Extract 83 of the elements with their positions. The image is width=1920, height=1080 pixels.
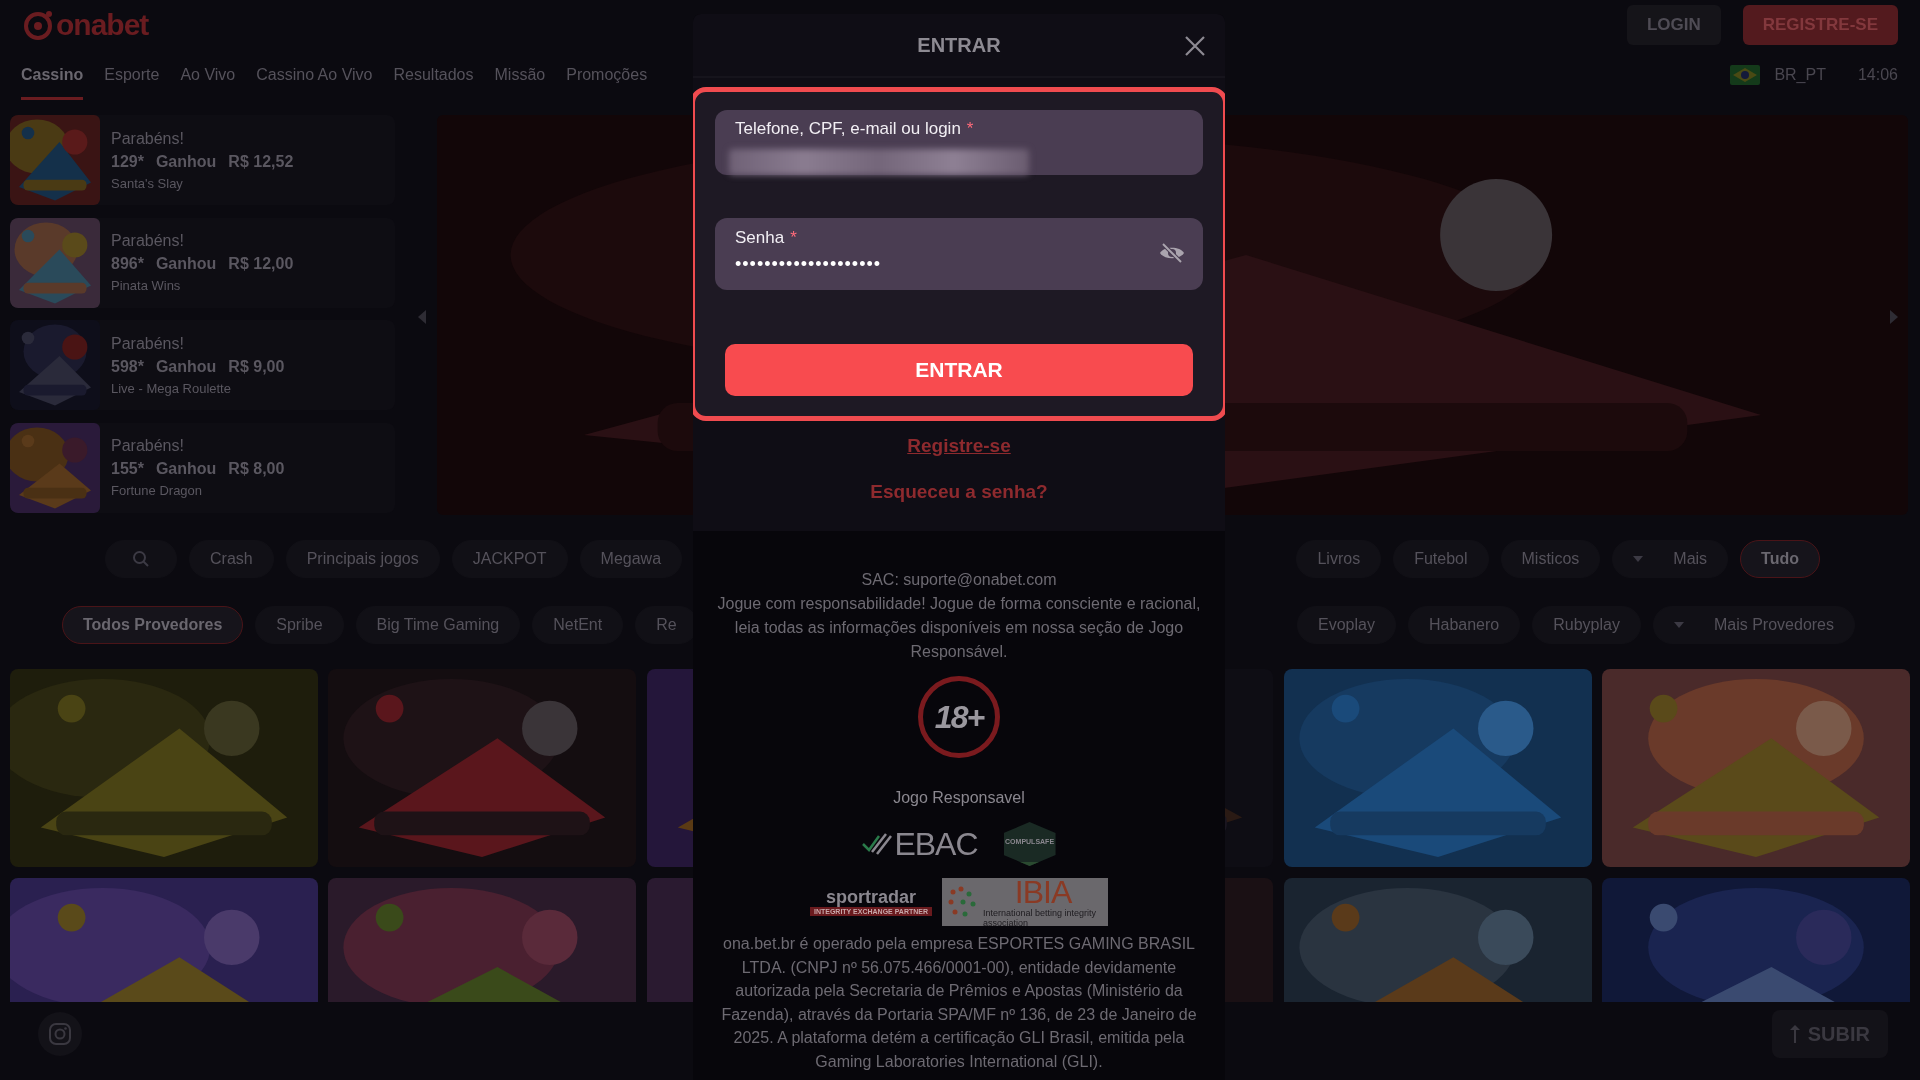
nav-tab[interactable]: Ao Vivo bbox=[180, 50, 236, 100]
multiplier: 896* bbox=[111, 255, 144, 273]
nav-tab[interactable]: Cassino bbox=[21, 50, 84, 100]
multiplier: 129* bbox=[111, 152, 144, 171]
filter-chip[interactable]: Spribe bbox=[255, 606, 344, 644]
required-mark: * bbox=[790, 228, 797, 248]
filter-chip[interactable]: Big Time Gaming bbox=[355, 606, 521, 644]
field-label: Senha bbox=[735, 228, 785, 248]
filter-chip[interactable]: Habanero bbox=[1407, 606, 1521, 644]
game-name: Pinata Wins bbox=[111, 278, 182, 293]
partner-logo: EBAC bbox=[894, 826, 978, 862]
forgot-password-link[interactable]: Esqueceu a senha? bbox=[870, 481, 1048, 503]
register-link[interactable]: Registre-se bbox=[907, 435, 1011, 457]
login-button[interactable]: LOGIN bbox=[1626, 5, 1721, 45]
multiplier: 155* bbox=[111, 460, 144, 478]
support-email: SAC: suporte@onabet.com bbox=[861, 570, 1057, 590]
filter-chip[interactable]: NetEnt bbox=[532, 606, 624, 644]
filter-chip[interactable]: Rubyplay bbox=[1532, 606, 1641, 644]
filter-chip[interactable]: Tudo bbox=[1740, 540, 1820, 578]
winner-title: Parabéns! bbox=[111, 232, 185, 250]
responsibility-notice: Jogue com responsabilidade! Jogue de forma consciente e racional, leia todas as informações disponíveis em nossa seção de Jogo Responsável. bbox=[716, 594, 1202, 662]
filter-chip[interactable]: Crash bbox=[189, 540, 274, 578]
filter-chip[interactable]: JACKPOT bbox=[451, 540, 568, 578]
game-name: Live - Mega Roulette bbox=[111, 380, 232, 396]
nav-tab[interactable]: Missão bbox=[494, 50, 546, 100]
next-arrow-icon[interactable] bbox=[1890, 310, 1898, 324]
field-label: Telefone, CPF, e-mail ou login bbox=[735, 119, 961, 139]
win-amount: R$ 9,00 bbox=[228, 357, 285, 376]
search-icon bbox=[132, 550, 150, 568]
filter-chip[interactable]: Futebol bbox=[1393, 540, 1489, 578]
caret-icon bbox=[1633, 556, 1644, 562]
game-name: Santa's Slay bbox=[111, 175, 184, 191]
checkmark-icon bbox=[862, 832, 893, 856]
winner-title: Parabéns! bbox=[111, 129, 185, 148]
search-button[interactable] bbox=[105, 540, 177, 578]
responsible-label: Jogo Responsavel bbox=[893, 788, 1025, 808]
filter-dropdown[interactable]: Mais bbox=[1612, 540, 1729, 578]
nav-tab[interactable]: Esporte bbox=[104, 50, 160, 100]
nav-tab[interactable]: Cassino Ao Vivo bbox=[256, 50, 373, 100]
filter-chip[interactable]: Principais jogos bbox=[285, 540, 440, 578]
win-amount: R$ 12,00 bbox=[228, 255, 294, 273]
input-field[interactable]: Senha * •••••••••••••••••••• bbox=[715, 218, 1203, 290]
winner-title: Parabéns! bbox=[111, 334, 185, 353]
previous-arrow-icon[interactable] bbox=[418, 310, 426, 324]
input-field[interactable]: Telefone, CPF, e-mail ou login * bbox=[715, 110, 1203, 175]
filter-dropdown[interactable]: Mais Provedores bbox=[1652, 606, 1855, 644]
partner-logo: sportradar bbox=[826, 888, 916, 905]
winner-title: Parabéns! bbox=[111, 437, 185, 455]
win-label: Ganhou bbox=[155, 357, 217, 376]
close-icon bbox=[1185, 36, 1205, 56]
logo-text: onabet bbox=[56, 8, 149, 42]
filter-chip[interactable]: Megawa bbox=[579, 540, 683, 578]
win-label: Ganhou bbox=[155, 255, 217, 273]
locale-label[interactable]: BR_PT bbox=[1774, 66, 1826, 84]
modal-title: ENTRAR bbox=[917, 33, 1001, 57]
instagram-icon bbox=[48, 1022, 72, 1046]
filter-chip[interactable]: Misticos bbox=[1500, 540, 1601, 578]
caret-icon bbox=[1673, 622, 1684, 628]
win-label: Ganhou bbox=[155, 460, 217, 478]
game-name: Fortune Dragon bbox=[111, 483, 204, 498]
nav-tab[interactable]: Promoções bbox=[566, 50, 648, 100]
logo-icon bbox=[22, 9, 54, 41]
eye-off-icon[interactable] bbox=[1159, 242, 1185, 264]
filter-chip[interactable]: Todos Provedores bbox=[62, 606, 244, 644]
filter-chip[interactable]: Evoplay bbox=[1297, 606, 1396, 644]
multiplier: 598* bbox=[111, 357, 144, 376]
win-label: Ganhou bbox=[155, 152, 217, 171]
close-button[interactable] bbox=[1183, 34, 1207, 58]
partner-logo: IBIA bbox=[1014, 876, 1072, 908]
password-value: •••••••••••••••••••• bbox=[735, 254, 883, 275]
partner-tagline: International betting integrity association bbox=[983, 908, 1098, 928]
flag-icon bbox=[1730, 65, 1761, 85]
win-amount: R$ 12,52 bbox=[228, 152, 294, 171]
legal-notice: ona.bet.br é operado pela empresa ESPORTES GAMING BRASIL LTDA. (CNPJ nº 56.075.466/0001-00), entidade devidamente autorizada pela Secretaria de Prêmios e Apostas (Ministério da Fazenda), através da Portaria SPA/MF nº 136, de 23 de Janeiro de 2025. A plataforma detém a certificação GLI Brasil, emitida pela Gaming Laboratories International (GLI). bbox=[720, 934, 1198, 1072]
win-amount: R$ 8,00 bbox=[228, 460, 285, 478]
required-mark: * bbox=[966, 119, 974, 139]
age-badge: 18+ bbox=[918, 676, 1000, 758]
clock-time: 14:06 bbox=[1857, 66, 1898, 84]
filter-chip[interactable]: Livros bbox=[1296, 540, 1382, 578]
arrow-up-icon bbox=[1789, 1025, 1800, 1043]
nav-tab[interactable]: Resultados bbox=[393, 50, 474, 100]
instagram-button[interactable] bbox=[38, 1012, 82, 1056]
submit-button[interactable]: ENTRAR bbox=[725, 344, 1193, 396]
